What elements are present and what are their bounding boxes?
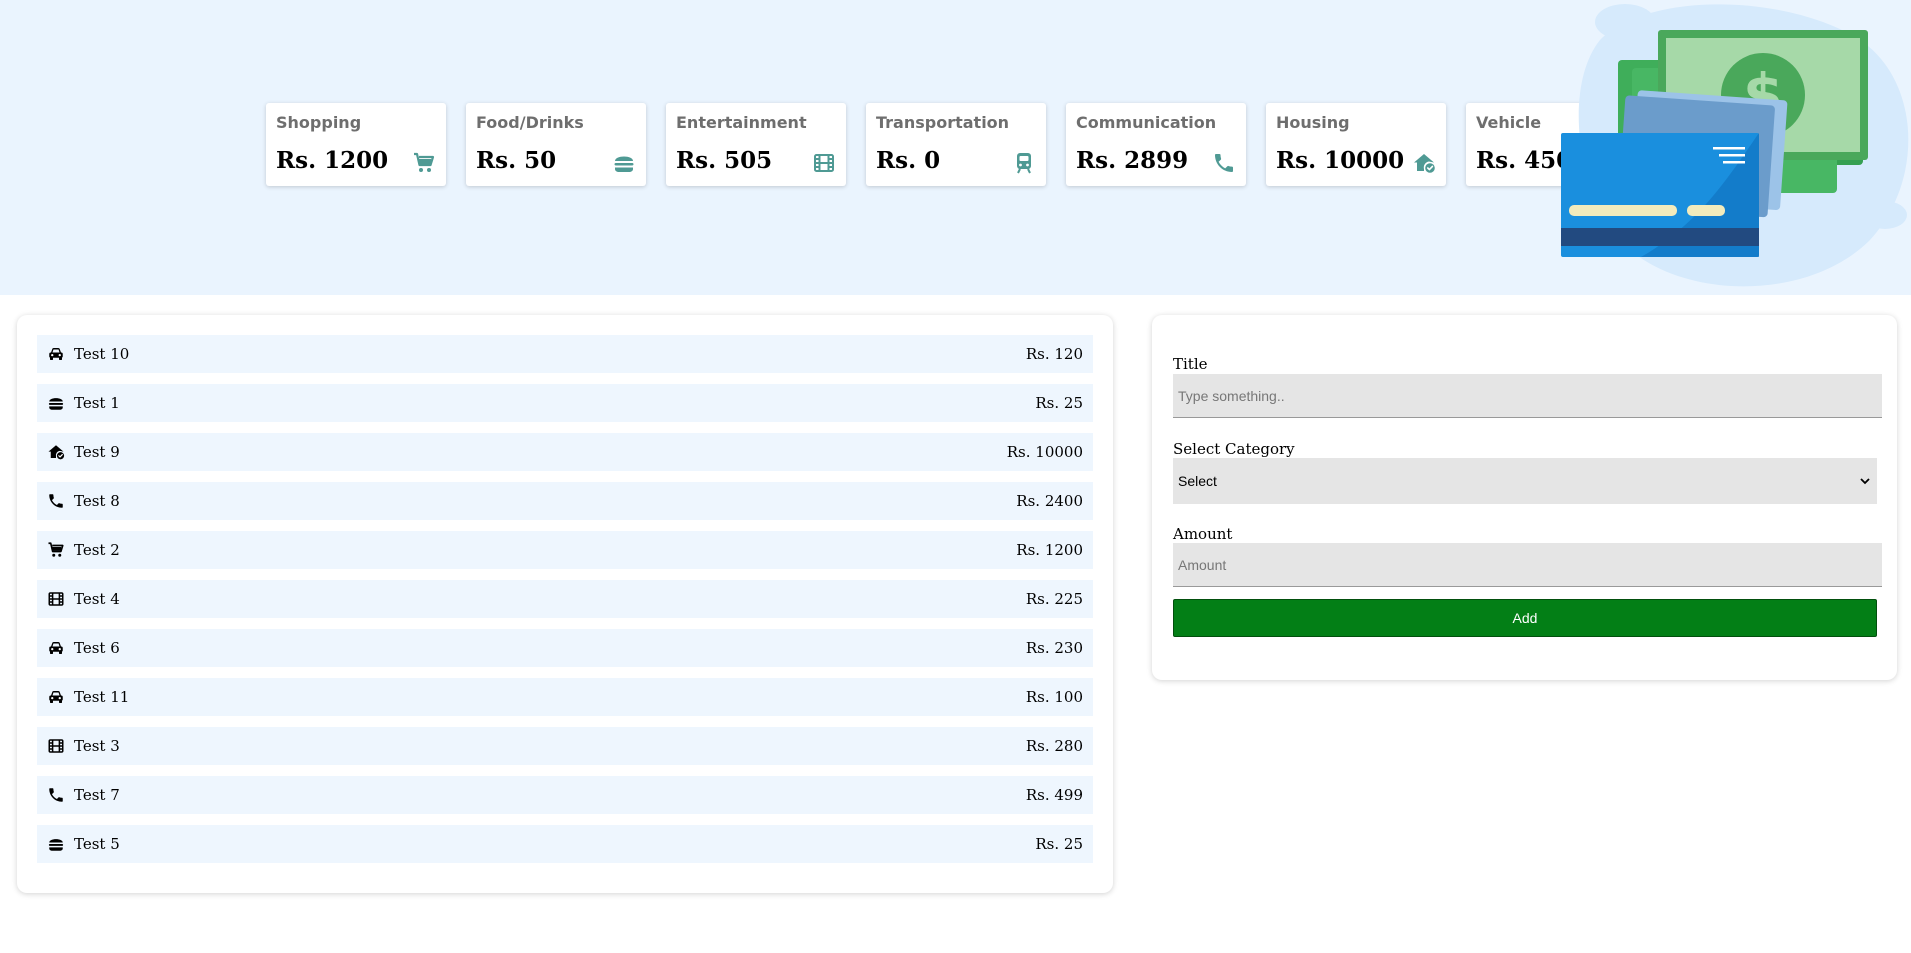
expense-title: Test 6 bbox=[74, 639, 120, 657]
expense-amount: Rs. 1200 bbox=[1016, 541, 1083, 559]
summary-card-shopping: Shopping Rs. 1200 bbox=[266, 103, 446, 186]
expense-title: Test 5 bbox=[74, 835, 120, 853]
car-icon bbox=[47, 345, 65, 363]
expense-row[interactable]: Test 7 Rs. 499 bbox=[37, 776, 1093, 814]
burger-icon bbox=[612, 151, 636, 175]
card-category-name: Shopping bbox=[276, 113, 362, 132]
expense-amount: Rs. 120 bbox=[1025, 345, 1083, 363]
expense-title: Test 11 bbox=[74, 688, 130, 706]
add-expense-form: Title Select Category Select Amount Add bbox=[1152, 315, 1897, 680]
expense-amount: Rs. 25 bbox=[1035, 394, 1083, 412]
card-total-amount: Rs. 10000 bbox=[1276, 147, 1405, 174]
category-label: Select Category bbox=[1173, 440, 1295, 458]
expense-list: Test 10 Rs. 120 Test 1 Rs. 25 Test 9 Rs. 1000… bbox=[17, 315, 1113, 893]
expense-row[interactable]: Test 11 Rs. 100 bbox=[37, 678, 1093, 716]
card-category-name: Food/Drinks bbox=[476, 113, 584, 132]
card-total-amount: Rs. 1200 bbox=[276, 147, 389, 174]
card-total-amount: Rs. 450 bbox=[1476, 147, 1573, 174]
svg-text:$: $ bbox=[1743, 61, 1783, 129]
expense-row[interactable]: Test 5 Rs. 25 bbox=[37, 825, 1093, 863]
summary-header: Shopping Rs. 1200 Food/Drinks Rs. 50 Enterta… bbox=[0, 0, 1911, 295]
film-icon bbox=[812, 151, 836, 175]
add-button[interactable]: Add bbox=[1173, 599, 1877, 637]
expense-title: Test 4 bbox=[74, 590, 120, 608]
expense-title: Test 1 bbox=[74, 394, 120, 412]
car-icon bbox=[47, 639, 65, 657]
summary-card-transportation: Transportation Rs. 0 bbox=[866, 103, 1046, 186]
burger-icon bbox=[47, 835, 65, 853]
amount-input[interactable] bbox=[1173, 543, 1882, 587]
card-total-amount: Rs. 0 bbox=[876, 147, 941, 174]
expense-amount: Rs. 499 bbox=[1025, 786, 1083, 804]
expense-amount: Rs. 225 bbox=[1025, 590, 1083, 608]
expense-title: Test 7 bbox=[74, 786, 120, 804]
expense-amount: Rs. 25 bbox=[1035, 835, 1083, 853]
category-select[interactable]: Select bbox=[1173, 458, 1877, 504]
expense-title: Test 2 bbox=[74, 541, 120, 559]
expense-row[interactable]: Test 4 Rs. 225 bbox=[37, 580, 1093, 618]
phone-icon bbox=[47, 786, 65, 804]
summary-card-food-drinks: Food/Drinks Rs. 50 bbox=[466, 103, 646, 186]
burger-icon bbox=[47, 394, 65, 412]
expense-amount: Rs. 100 bbox=[1025, 688, 1083, 706]
expense-amount: Rs. 280 bbox=[1025, 737, 1083, 755]
expense-title: Test 10 bbox=[74, 345, 130, 363]
expense-title: Test 8 bbox=[74, 492, 120, 510]
phone-icon bbox=[47, 492, 65, 510]
card-category-name: Transportation bbox=[876, 113, 1010, 132]
house-check-icon bbox=[47, 443, 65, 461]
expense-row[interactable]: Test 8 Rs. 2400 bbox=[37, 482, 1093, 520]
expense-row[interactable]: Test 6 Rs. 230 bbox=[37, 629, 1093, 667]
car-icon bbox=[47, 688, 65, 706]
expense-title: Test 3 bbox=[74, 737, 120, 755]
phone-icon bbox=[1212, 151, 1236, 175]
house-check-icon bbox=[1412, 151, 1436, 175]
title-input[interactable] bbox=[1173, 374, 1882, 418]
card-category-name: Vehicle bbox=[1476, 113, 1542, 132]
card-total-amount: Rs. 505 bbox=[676, 147, 773, 174]
card-category-name: Housing bbox=[1276, 113, 1350, 132]
expense-title: Test 9 bbox=[74, 443, 120, 461]
chevron-down-icon bbox=[1860, 478, 1870, 485]
summary-card-entertainment: Entertainment Rs. 505 bbox=[666, 103, 846, 186]
expense-amount: Rs. 10000 bbox=[1006, 443, 1083, 461]
card-category-name: Entertainment bbox=[676, 113, 807, 132]
card-total-amount: Rs. 50 bbox=[476, 147, 557, 174]
category-select-value: Select bbox=[1178, 473, 1217, 489]
card-total-amount: Rs. 2899 bbox=[1076, 147, 1189, 174]
summary-card-communication: Communication Rs. 2899 bbox=[1066, 103, 1246, 186]
summary-card-housing: Housing Rs. 10000 bbox=[1266, 103, 1446, 186]
expense-row[interactable]: Test 10 Rs. 120 bbox=[37, 335, 1093, 373]
amount-label: Amount bbox=[1173, 525, 1233, 543]
cart-icon bbox=[412, 151, 436, 175]
film-icon bbox=[47, 590, 65, 608]
card-category-name: Communication bbox=[1076, 113, 1217, 132]
film-icon bbox=[47, 737, 65, 755]
expense-amount: Rs. 230 bbox=[1025, 639, 1083, 657]
expense-row[interactable]: Test 1 Rs. 25 bbox=[37, 384, 1093, 422]
expense-row[interactable]: Test 9 Rs. 10000 bbox=[37, 433, 1093, 471]
summary-card-vehicle: Vehicle Rs. 450 bbox=[1466, 103, 1646, 186]
car-icon bbox=[1612, 151, 1636, 175]
expense-row[interactable]: Test 2 Rs. 1200 bbox=[37, 531, 1093, 569]
cart-icon bbox=[47, 541, 65, 559]
summary-cards: Shopping Rs. 1200 Food/Drinks Rs. 50 Enterta… bbox=[266, 103, 1646, 186]
expense-row[interactable]: Test 3 Rs. 280 bbox=[37, 727, 1093, 765]
train-icon bbox=[1012, 151, 1036, 175]
expense-amount: Rs. 2400 bbox=[1016, 492, 1083, 510]
title-label: Title bbox=[1173, 355, 1208, 373]
